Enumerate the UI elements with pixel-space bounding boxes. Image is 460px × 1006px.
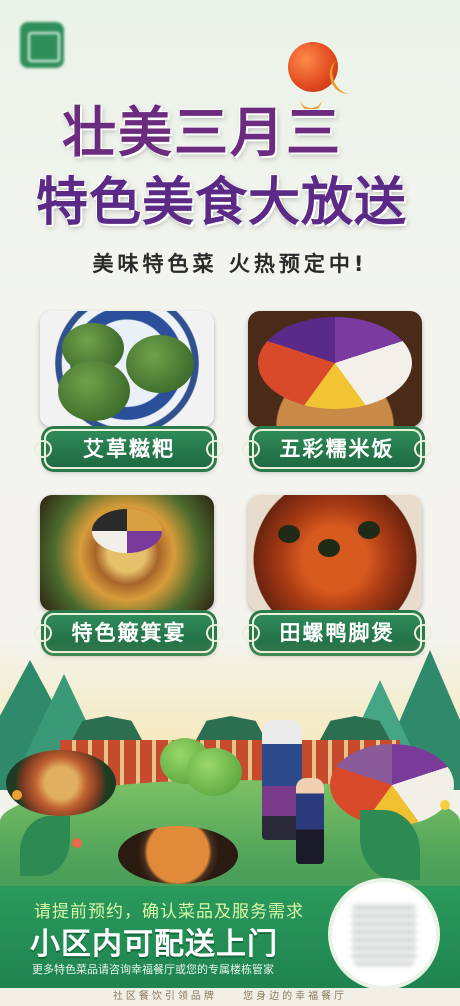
footer-slogan: 社区餐饮引领品牌 您身边的幸福餐厅 xyxy=(0,988,460,1006)
green-rice-cake xyxy=(126,335,194,393)
five-color-rice xyxy=(258,317,412,409)
qr-code-image xyxy=(352,902,416,966)
green-rice-cake xyxy=(186,748,242,796)
snail xyxy=(358,521,380,539)
footer-right-text: 您身边的幸福餐厅 xyxy=(243,991,348,1002)
green-rice-cake xyxy=(58,361,130,421)
page-subtitle: 美味特色菜 火热预定中! xyxy=(92,252,368,276)
contact-detail: 更多特色菜品请咨询幸福餐厅或您的专属楼栋管家 xyxy=(32,963,274,976)
qr-code[interactable] xyxy=(332,882,436,986)
rice-platter xyxy=(92,509,162,553)
dish-label[interactable]: 艾草糍粑 xyxy=(34,429,224,469)
flower-decoration xyxy=(72,838,82,848)
dish-card-photo[interactable] xyxy=(248,495,422,611)
dish-card-photo[interactable] xyxy=(248,311,422,427)
brand-logo xyxy=(20,22,64,68)
dish-label[interactable]: 五彩糯米饭 xyxy=(242,429,432,469)
delivery-headline: 小区内可配送上门 xyxy=(30,927,278,962)
dish-card-photo[interactable] xyxy=(40,311,214,427)
hotpot xyxy=(118,826,238,884)
banquet-plate xyxy=(6,750,116,816)
page-title-line1: 壮美三月三 xyxy=(62,101,342,164)
footer-left-text: 社区餐饮引领品牌 xyxy=(112,991,217,1002)
snail xyxy=(278,525,300,543)
page-title-line2: 特色美食大放送 xyxy=(36,173,408,233)
poster: 壮美三月三 特色美食大放送 美味特色菜 火热预定中! 艾草糍粑 五彩糯米饭 特色… xyxy=(0,0,460,1006)
flower-decoration xyxy=(12,790,22,800)
dish-card-photo[interactable] xyxy=(40,495,214,611)
child-figure xyxy=(296,778,324,864)
snail xyxy=(318,539,340,557)
flower-decoration xyxy=(440,800,450,810)
